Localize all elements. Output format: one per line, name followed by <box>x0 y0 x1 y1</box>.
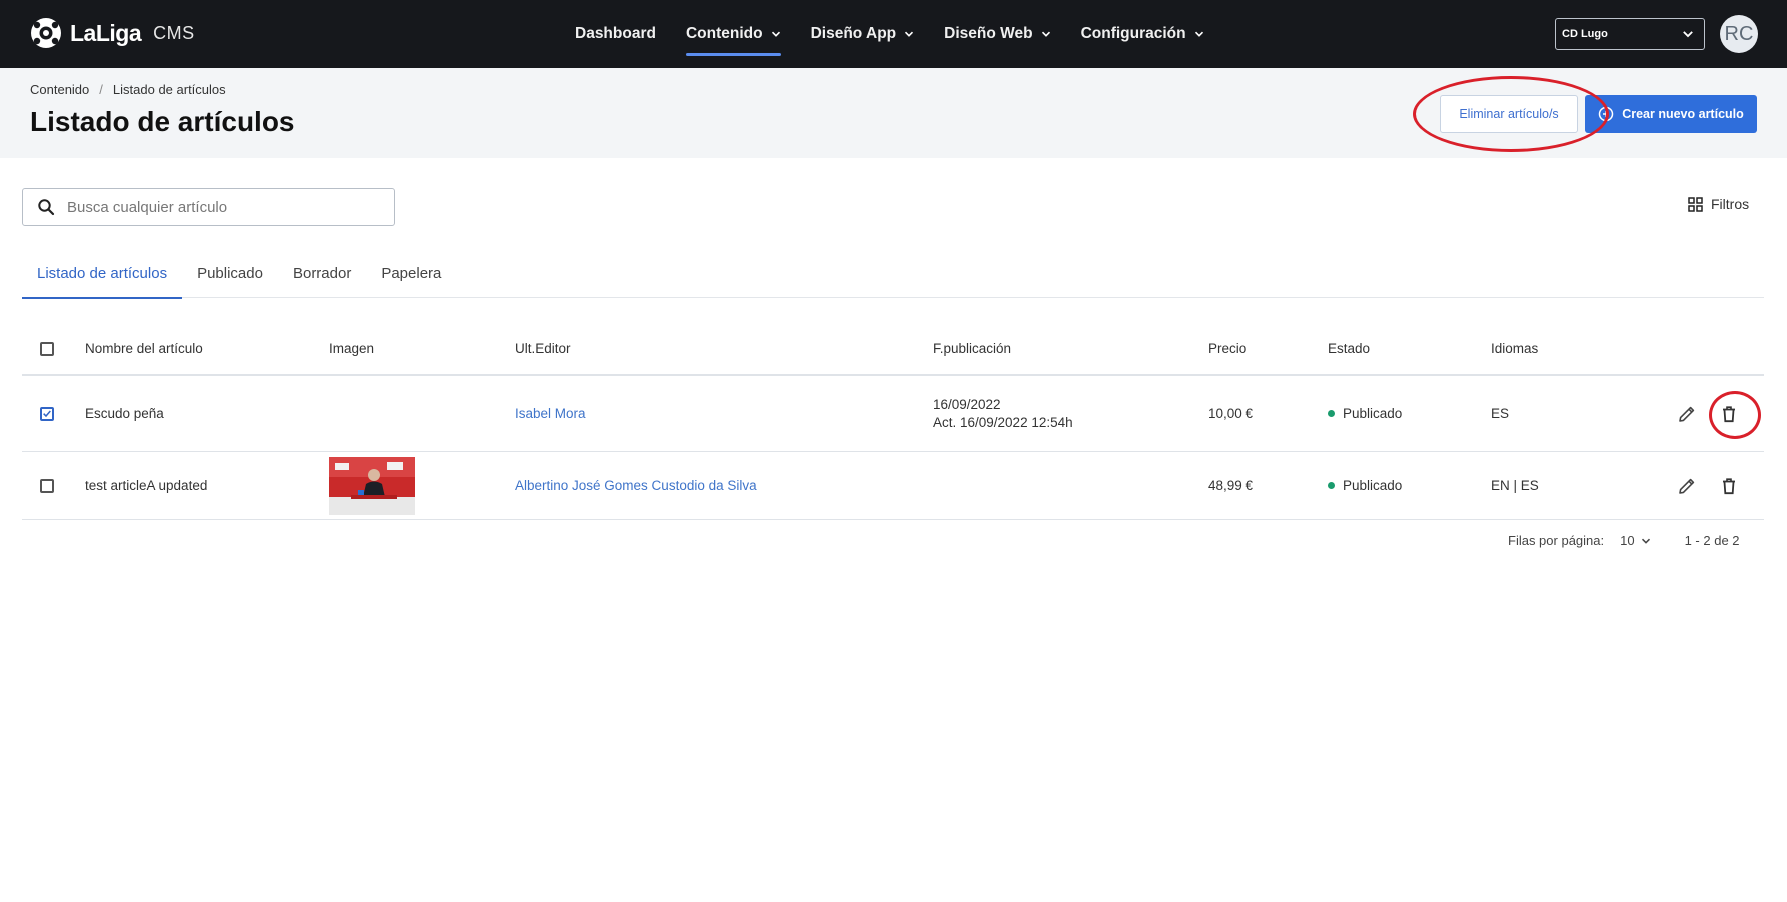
nav-item-dashboard[interactable]: Dashboard <box>560 0 671 68</box>
row-checkbox[interactable] <box>40 478 54 493</box>
avatar-initials: RC <box>1724 22 1754 45</box>
tab-papelera[interactable]: Papelera <box>366 258 456 298</box>
page-title: Listado de artículos <box>30 106 295 137</box>
articles-table: Nombre del artículo Imagen Ult.Editor F.… <box>22 323 1764 520</box>
nav-item-label: Configuración <box>1080 25 1186 42</box>
tab-listado[interactable]: Listado de artículos <box>22 258 183 299</box>
chevron-down-icon <box>1041 31 1050 37</box>
editor-link-text: Albertino José Gomes Custodio da Silva <box>515 478 757 493</box>
chevron-down-icon <box>1683 31 1693 38</box>
updated-date-value: Act. 16/09/2022 12:54h <box>933 415 1073 430</box>
editor-link-text: Isabel Mora <box>515 406 586 421</box>
plus-circle-icon <box>1598 106 1614 122</box>
chevron-down-icon <box>771 31 780 37</box>
table-row[interactable]: Escudo peña Isabel Mora 16/09/2022 Act. … <box>22 376 1764 452</box>
search-box <box>22 188 395 226</box>
status-text: Publicado <box>1343 478 1403 493</box>
laliga-logo[interactable]: LaLiga CMS <box>28 15 195 51</box>
trash-icon[interactable] <box>1719 476 1739 496</box>
laliga-logo-icon <box>31 18 61 48</box>
rows-per-page-label: Filas por página: <box>1508 533 1605 548</box>
breadcrumb: Contenido / Listado de artículos <box>30 82 226 97</box>
nav-item-contenido[interactable]: Contenido <box>671 0 796 68</box>
nav-item-diseno-app[interactable]: Diseño App <box>796 0 930 68</box>
article-name: test articleA updated <box>85 478 208 493</box>
breadcrumb-item-contenido[interactable]: Contenido <box>30 82 89 97</box>
club-select[interactable]: CD Lugo <box>1555 18 1705 50</box>
tab-publicado[interactable]: Publicado <box>182 258 278 298</box>
club-select-value: CD Lugo <box>1562 28 1608 40</box>
rows-per-page-select[interactable]: 10 <box>1620 533 1650 548</box>
row-actions <box>1677 452 1739 519</box>
column-header-price[interactable]: Precio <box>1208 323 1246 374</box>
chevron-down-icon <box>1194 31 1203 37</box>
select-all-cell <box>40 323 54 374</box>
column-header-name[interactable]: Nombre del artículo <box>85 323 203 374</box>
edit-pencil-icon[interactable] <box>1677 476 1697 496</box>
grid-icon <box>1688 196 1703 212</box>
column-header-status[interactable]: Estado <box>1328 323 1370 374</box>
nav-item-label: Contenido <box>685 25 763 42</box>
rows-per-page-value: 10 <box>1620 533 1635 548</box>
top-navigation-bar: LaLiga CMS Dashboard Contenido Diseño Ap… <box>0 0 1787 68</box>
status-badge: Publicado <box>1328 452 1402 519</box>
column-header-languages: Idiomas <box>1491 341 1539 356</box>
publication-date-value: 16/09/2022 <box>933 397 1001 412</box>
create-article-button[interactable]: Crear nuevo artículo <box>1585 95 1757 133</box>
nav-item-configuracion[interactable]: Configuración <box>1066 0 1219 68</box>
nav-item-diseno-web[interactable]: Diseño Web <box>929 0 1065 68</box>
row-checkbox[interactable] <box>40 406 54 421</box>
status-badge: Publicado <box>1328 376 1402 451</box>
nav-item-label: Diseño Web <box>944 25 1033 42</box>
status-dot-icon <box>1328 410 1335 417</box>
checkmark-icon <box>43 410 51 418</box>
row-checkbox-cell <box>40 452 54 519</box>
edit-pencil-icon[interactable] <box>1677 404 1697 424</box>
status-dot-icon <box>1328 482 1335 489</box>
breadcrumb-item-current: Listado de artículos <box>112 82 226 97</box>
column-header-date-label: F.publicación <box>933 341 1012 356</box>
main-nav: Dashboard Contenido Diseño App Diseño We… <box>560 0 1219 68</box>
editor-link[interactable]: Isabel Mora <box>515 376 586 451</box>
chevron-down-icon <box>1641 538 1650 544</box>
editor-link[interactable]: Albertino José Gomes Custodio da Silva <box>515 452 757 519</box>
tabs: Listado de artículos Publicado Borrador … <box>22 258 1764 299</box>
nav-item-label: Diseño App <box>810 25 897 42</box>
article-languages: EN | ES <box>1491 478 1539 493</box>
article-name: Escudo peña <box>85 406 164 421</box>
logo-text: LaLiga <box>70 19 142 46</box>
column-header-image: Imagen <box>329 341 375 356</box>
filters-label: Filtros <box>1711 196 1750 212</box>
filters-button[interactable]: Filtros <box>1688 196 1749 212</box>
column-header-editor[interactable]: Ult.Editor <box>515 323 571 374</box>
page-header: Contenido / Listado de artículos Listado… <box>0 68 1787 158</box>
logo-suffix: CMS <box>153 22 195 43</box>
row-checkbox-cell <box>40 376 54 451</box>
column-header-date[interactable]: F.publicación <box>933 323 1011 374</box>
trash-icon[interactable] <box>1719 404 1739 424</box>
avatar[interactable]: RC <box>1720 15 1758 53</box>
create-article-label: Crear nuevo artículo <box>1622 107 1744 121</box>
table-header-row: Nombre del artículo Imagen Ult.Editor F.… <box>22 323 1764 376</box>
search-icon <box>38 199 55 216</box>
article-languages: ES <box>1491 406 1510 421</box>
status-text: Publicado <box>1343 406 1403 421</box>
row-actions <box>1677 376 1739 451</box>
publication-date: 16/09/2022 Act. 16/09/2022 12:54h <box>933 376 1073 451</box>
nav-item-label: Dashboard <box>575 25 656 42</box>
table-row[interactable]: test articleA updated Albertino José Gom… <box>22 452 1764 520</box>
tab-borrador[interactable]: Borrador <box>278 258 366 298</box>
article-thumbnail[interactable] <box>329 456 415 515</box>
pagination: Filas por página: 10 1 - 2 de 2 <box>1508 533 1740 548</box>
select-all-checkbox[interactable] <box>40 341 54 356</box>
breadcrumb-separator: / <box>99 82 103 97</box>
page-range: 1 - 2 de 2 <box>1684 533 1740 548</box>
search-input[interactable] <box>65 197 365 217</box>
delete-articles-label: Eliminar artículo/s <box>1459 107 1559 121</box>
delete-articles-button[interactable]: Eliminar artículo/s <box>1440 95 1578 133</box>
chevron-down-icon <box>905 31 914 37</box>
article-image-cell <box>329 452 415 519</box>
article-price: 10,00 € <box>1208 406 1254 421</box>
article-price: 48,99 € <box>1208 478 1254 493</box>
